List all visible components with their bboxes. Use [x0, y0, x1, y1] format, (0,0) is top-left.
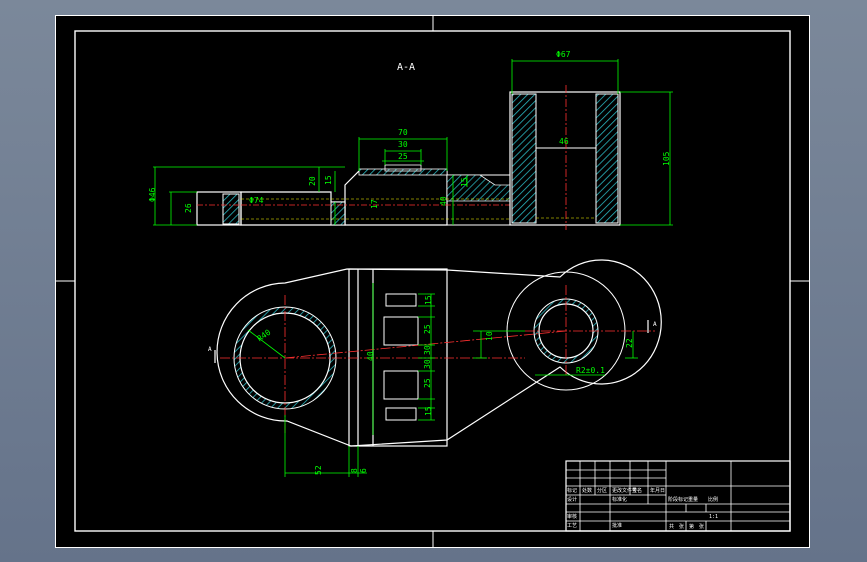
- svg-text:Φ46: Φ46: [148, 187, 157, 202]
- svg-text:签名: 签名: [632, 487, 642, 494]
- svg-text:张: 张: [699, 523, 704, 530]
- svg-text:Φ67: Φ67: [556, 50, 571, 59]
- svg-text:分区: 分区: [597, 487, 607, 494]
- plan-pockets: [383, 293, 419, 421]
- svg-text:25: 25: [398, 152, 408, 161]
- section-title: A-A: [397, 62, 415, 73]
- svg-text:审核: 审核: [567, 513, 577, 520]
- drawing-sheet: A-A Φ67 70 30 25 20 15 17 40 15 46 26 Φ7…: [55, 15, 810, 548]
- svg-text:重量: 重量: [688, 496, 698, 503]
- svg-text:标记: 标记: [567, 487, 577, 494]
- svg-text:阶段标记: 阶段标记: [668, 496, 688, 503]
- svg-text:40: 40: [366, 351, 375, 361]
- svg-text:26: 26: [184, 203, 193, 213]
- section-dimension-labels: Φ67 70 30 25 20 15 17 40 15 46 26 Φ74 Φ4…: [148, 50, 671, 213]
- svg-text:比例: 比例: [708, 496, 718, 503]
- svg-text:15: 15: [460, 177, 469, 187]
- svg-text:30: 30: [423, 345, 432, 355]
- svg-text:处数: 处数: [582, 487, 592, 494]
- svg-text:30: 30: [398, 140, 408, 149]
- section-left-boss: [196, 191, 242, 226]
- svg-text:15: 15: [424, 406, 433, 416]
- screenshot-background: A-A Φ67 70 30 25 20 15 17 40 15 46 26 Φ7…: [0, 0, 867, 562]
- svg-text:共: 共: [669, 523, 674, 530]
- title-block: 标记 处数 分区 更改文件号 签名 年月日 设计 标准化 阶段标记 重量 比例 …: [565, 460, 791, 532]
- svg-text:设计: 设计: [567, 496, 577, 503]
- svg-text:A: A: [208, 346, 212, 353]
- svg-text:30: 30: [423, 359, 432, 369]
- svg-text:15: 15: [424, 295, 433, 305]
- title-block-text: 标记 处数 分区 更改文件号 签名 年月日 设计 标准化 阶段标记 重量 比例 …: [567, 487, 718, 530]
- svg-text:25: 25: [423, 378, 432, 388]
- svg-text:70: 70: [398, 128, 408, 137]
- svg-text:10: 10: [485, 331, 494, 341]
- centering-marks: [55, 15, 810, 548]
- svg-text:20: 20: [308, 176, 317, 186]
- section-right-boss: [509, 85, 621, 230]
- svg-text:40: 40: [439, 196, 448, 206]
- svg-text:年月日: 年月日: [650, 487, 665, 494]
- section-view: A-A Φ67 70 30 25 20 15 17 40 15 46 26 Φ7…: [148, 50, 673, 230]
- svg-text:8: 8: [350, 468, 359, 473]
- svg-text:第: 第: [689, 523, 694, 530]
- svg-text:工艺: 工艺: [567, 523, 577, 529]
- svg-text:25: 25: [423, 324, 432, 334]
- plan-view: R40 40 15 25 30 30 25 15 10 22 R2±0.1 8 …: [208, 259, 662, 477]
- svg-text:15: 15: [324, 175, 333, 185]
- cad-drawing: A-A Φ67 70 30 25 20 15 17 40 15 46 26 Φ7…: [55, 15, 810, 548]
- svg-text:22: 22: [625, 338, 634, 348]
- svg-text:标准化: 标准化: [612, 496, 627, 503]
- svg-text:张: 张: [679, 523, 684, 530]
- svg-text:1:1: 1:1: [709, 514, 718, 520]
- inner-frame: [74, 30, 791, 532]
- svg-text:Φ74: Φ74: [249, 196, 264, 205]
- svg-text:A: A: [653, 321, 657, 328]
- svg-text:6: 6: [359, 468, 368, 473]
- plan-centerlines: [220, 285, 655, 435]
- outer-border: [55, 15, 810, 548]
- svg-text:105: 105: [662, 151, 671, 166]
- svg-text:52: 52: [314, 465, 323, 475]
- section-arm: [240, 164, 511, 226]
- svg-text:46: 46: [559, 137, 569, 146]
- svg-text:R2±0.1: R2±0.1: [576, 366, 605, 375]
- svg-text:批准: 批准: [612, 522, 622, 529]
- svg-text:17: 17: [370, 199, 379, 209]
